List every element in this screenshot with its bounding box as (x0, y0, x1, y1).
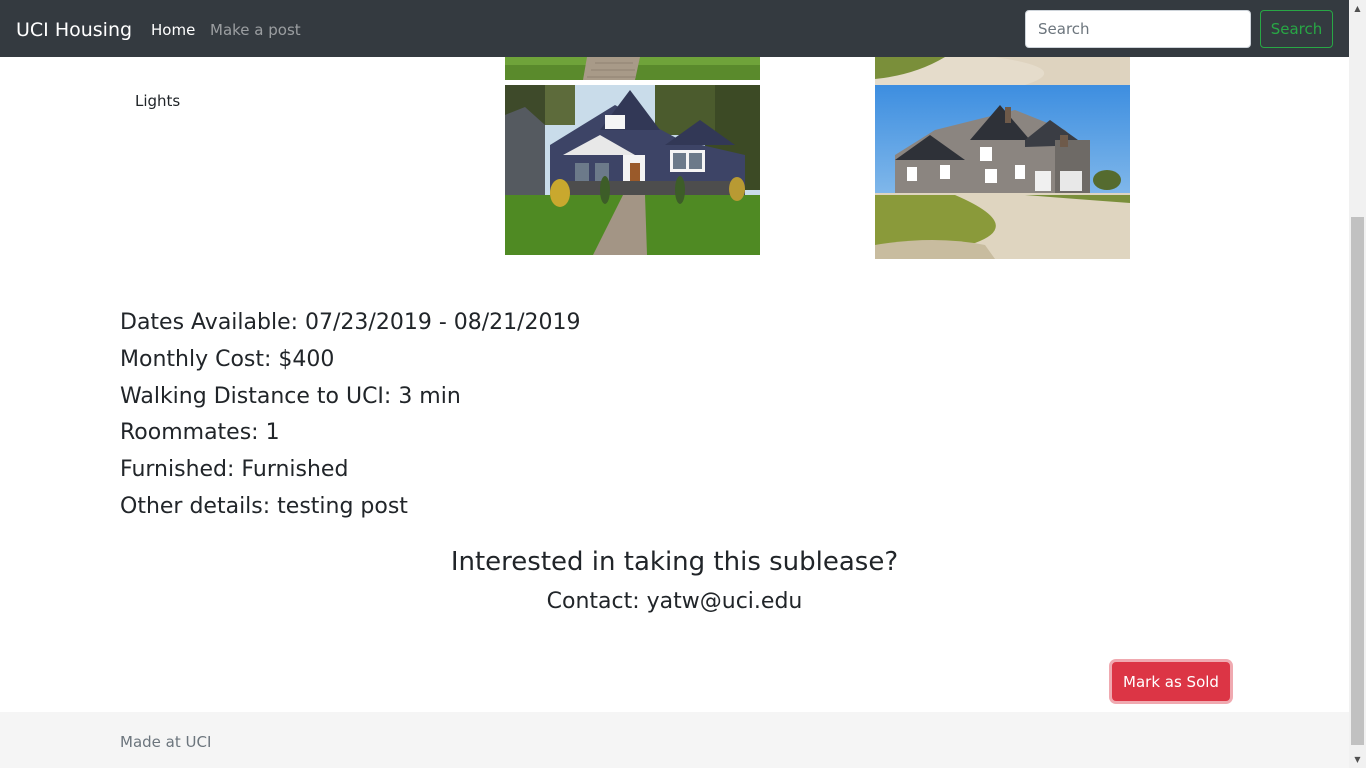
amenity-label: Lights (135, 92, 181, 110)
nav-home-link[interactable]: Home (151, 20, 195, 40)
nav-make-post-link[interactable]: Make a post (210, 20, 301, 40)
house-photo-2 (875, 57, 1130, 85)
search-button[interactable]: Search (1260, 10, 1333, 48)
scrollbar-thumb[interactable] (1351, 217, 1364, 745)
monthly-cost: Monthly Cost: $400 (120, 346, 335, 372)
other-details: Other details: testing post (120, 493, 408, 519)
furnished: Furnished: Furnished (120, 457, 349, 483)
navbar: UCI Housing Home Make a post Search (0, 0, 1349, 57)
house-photo-3 (505, 85, 760, 255)
brand-link[interactable]: UCI Housing (16, 17, 132, 43)
house-photo-1 (505, 57, 760, 80)
page: UCI Housing Home Make a post Search Ligh… (0, 0, 1366, 768)
contact-info: Contact: yatw@uci.edu (546, 589, 803, 614)
walking-distance: Walking Distance to UCI: 3 min (120, 383, 461, 409)
roommates: Roommates: 1 (120, 420, 280, 446)
scroll-up-arrow-icon[interactable]: ▲ (1349, 0, 1366, 17)
listing-details: Dates Available: 07/23/2019 - 08/21/2019… (120, 305, 581, 526)
search-input[interactable] (1025, 10, 1251, 48)
footer-text: Made at UCI (120, 733, 212, 751)
scroll-down-arrow-icon[interactable]: ▼ (1349, 751, 1366, 768)
mark-as-sold-button[interactable]: Mark as Sold (1112, 662, 1230, 701)
page-scrollbar[interactable]: ▲ ▼ (1349, 0, 1366, 768)
footer: Made at UCI (0, 712, 1349, 768)
interest-heading: Interested in taking this sublease? (450, 547, 899, 577)
dates-available: Dates Available: 07/23/2019 - 08/21/2019 (120, 310, 581, 335)
house-photo-4 (875, 85, 1130, 259)
